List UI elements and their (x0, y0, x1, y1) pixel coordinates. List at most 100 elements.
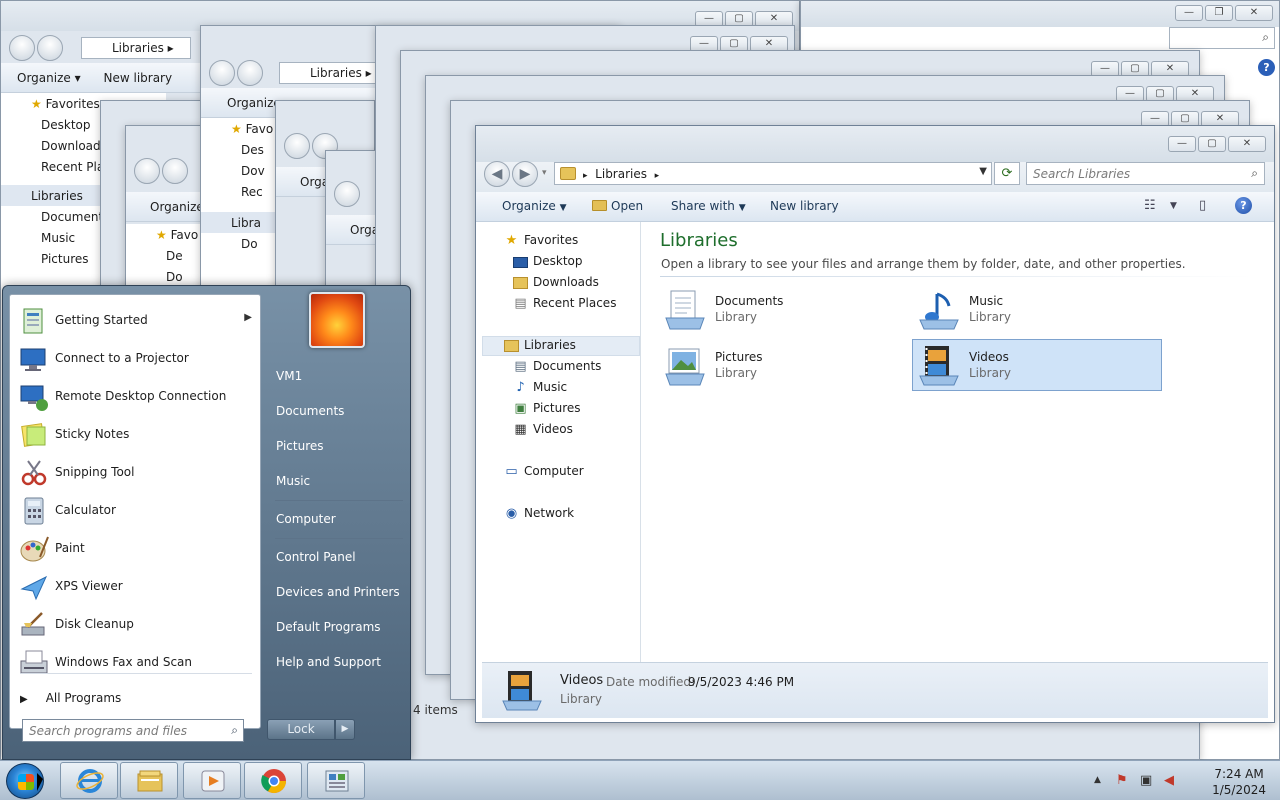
taskbar-media-player[interactable] (183, 762, 241, 799)
network-icon[interactable]: ▣ (1140, 773, 1152, 788)
nav-desktop[interactable]: Desktop (513, 254, 583, 272)
program-connect-to-projector[interactable]: Connect to a Projector (14, 341, 258, 377)
all-programs-button[interactable]: ▶ All Programs (20, 691, 121, 705)
nav-downloads[interactable]: Downloads (513, 275, 599, 293)
nav-music[interactable]: ♪ Music (513, 380, 567, 398)
lock-button[interactable]: Lock (267, 719, 335, 740)
window-controls: — ❐ ✕ (1175, 5, 1273, 21)
organize-button[interactable]: Organize (17, 71, 71, 85)
nav-favorites[interactable]: ★ Favorites (504, 233, 579, 251)
program-disk-cleanup[interactable]: Disk Cleanup (14, 607, 258, 643)
start-right-computer[interactable]: Computer (276, 512, 336, 526)
nav-network[interactable]: ◉ Network (504, 506, 574, 524)
program-calculator[interactable]: Calculator (14, 493, 258, 529)
program-windows-fax-and-scan[interactable]: Windows Fax and Scan (14, 645, 258, 681)
program-remote-desktop-connection[interactable]: Remote Desktop Connection (14, 379, 258, 415)
start-right-control-panel[interactable]: Control Panel (276, 550, 356, 564)
preview-pane-icon[interactable]: ▯ (1199, 198, 1206, 213)
help-icon[interactable]: ? (1258, 59, 1275, 76)
library-type: Library (715, 310, 757, 324)
forward-button[interactable] (37, 35, 63, 61)
action-center-icon[interactable]: ⚑ (1116, 773, 1128, 788)
start-right-documents[interactable]: Documents (276, 404, 344, 418)
forward-button[interactable] (162, 158, 188, 184)
start-right-devices-printers[interactable]: Devices and Printers (276, 585, 400, 599)
fax-scan-icon (20, 650, 48, 674)
open-button[interactable]: Open (592, 199, 643, 213)
library-name: Pictures (715, 350, 763, 364)
computer-icon: ▭ (505, 464, 518, 479)
program-label: Calculator (55, 503, 116, 517)
start-right-user[interactable]: VM1 (276, 369, 302, 383)
back-button[interactable] (334, 181, 360, 207)
breadcrumb[interactable]: Libraries ▸ (81, 37, 191, 59)
program-xps-viewer[interactable]: XPS Viewer (14, 569, 258, 605)
breadcrumb[interactable]: ▸ Libraries ▸ ▼ (554, 162, 992, 185)
library-name: Music (969, 294, 1004, 308)
refresh-button[interactable]: ⟳ (994, 162, 1020, 185)
address-dropdown-icon[interactable]: ▼ (979, 166, 987, 177)
maximize-button[interactable]: ▢ (1198, 136, 1226, 152)
new-library-button[interactable]: New library (104, 71, 173, 85)
clock[interactable]: 7:24 AM 1/5/2024 (1212, 766, 1266, 798)
change-view-icon[interactable]: ☷ (1144, 198, 1156, 213)
program-sticky-notes[interactable]: Sticky Notes (14, 417, 258, 453)
back-button[interactable] (284, 133, 310, 159)
library-item-documents[interactable]: Documents Library (659, 284, 909, 336)
shutdown-options-arrow-icon[interactable]: ▶ (335, 719, 355, 740)
help-icon[interactable]: ? (1235, 197, 1252, 214)
library-item-pictures[interactable]: Pictures Library (659, 340, 909, 392)
organize-button[interactable]: Organize (227, 96, 281, 110)
nav-computer[interactable]: ▭ Computer (504, 464, 583, 482)
show-hidden-icons-button[interactable]: ▲ (1094, 775, 1101, 785)
search-input[interactable]: Search Libraries ⌕ (1026, 162, 1265, 185)
breadcrumb-item-libraries[interactable]: ▸ Libraries ▸ (583, 167, 659, 181)
pictures-icon: ▣ (514, 401, 527, 416)
start-search-input[interactable]: Search programs and files ⌕ (22, 719, 244, 742)
minimize-button[interactable]: — (1175, 5, 1203, 21)
explorer-window-libraries[interactable]: — ▢ ✕ ◀ ▶ ▾ ▸ Libraries ▸ ▼ ⟳ Search Libra… (475, 125, 1275, 723)
back-button[interactable]: ◀ (484, 161, 510, 187)
nav-libraries[interactable]: Libraries (504, 338, 576, 356)
taskbar-control-panel[interactable] (307, 762, 365, 799)
share-with-button[interactable]: Share with ▼ (671, 199, 746, 213)
nav-buttons (209, 60, 263, 86)
restore-button[interactable]: ❐ (1205, 5, 1233, 21)
nav-videos[interactable]: ▦ Videos (513, 422, 573, 440)
favorites-star-icon: ★ (505, 233, 518, 248)
taskbar-chrome[interactable] (244, 762, 302, 799)
minimize-button[interactable]: — (1168, 136, 1196, 152)
close-button[interactable]: ✕ (1228, 136, 1266, 152)
forward-button[interactable] (237, 60, 263, 86)
program-snipping-tool[interactable]: Snipping Tool (14, 455, 258, 491)
organize-button[interactable]: Organize ▼ (502, 199, 567, 213)
start-right-default-programs[interactable]: Default Programs (276, 620, 381, 634)
back-button[interactable] (9, 35, 35, 61)
program-getting-started[interactable]: Getting Started ▶ (14, 303, 258, 339)
search-box[interactable]: ⌕ (1169, 27, 1275, 49)
title-bar[interactable] (476, 126, 1274, 162)
start-right-music[interactable]: Music (276, 474, 310, 488)
libraries-icon (504, 340, 519, 352)
organize-button[interactable]: Organize (150, 200, 204, 214)
forward-button[interactable]: ▶ (512, 161, 538, 187)
start-right-pictures[interactable]: Pictures (276, 439, 324, 453)
start-right-help-support[interactable]: Help and Support (276, 655, 381, 669)
taskbar-windows-explorer[interactable] (120, 762, 178, 799)
close-button[interactable]: ✕ (1235, 5, 1273, 21)
volume-icon[interactable]: ◀ (1164, 773, 1174, 788)
program-paint[interactable]: Paint (14, 531, 258, 567)
user-account-picture[interactable] (309, 292, 365, 348)
nav-recent-places[interactable]: ▤ Recent Places (513, 296, 616, 314)
new-library-button[interactable]: New library (770, 199, 839, 213)
library-item-videos[interactable]: Videos Library (912, 339, 1162, 391)
library-item-music[interactable]: Music Library (913, 284, 1163, 336)
view-options-dropdown-icon[interactable]: ▼ (1170, 201, 1177, 211)
nav-pictures[interactable]: ▣ Pictures (513, 401, 580, 419)
downloads-folder-icon (513, 277, 528, 289)
taskbar-internet-explorer[interactable] (60, 762, 118, 799)
nav-documents[interactable]: ▤ Documents (513, 359, 601, 377)
back-button[interactable] (209, 60, 235, 86)
back-button[interactable] (134, 158, 160, 184)
recent-pages-dropdown-icon[interactable]: ▾ (542, 168, 547, 178)
